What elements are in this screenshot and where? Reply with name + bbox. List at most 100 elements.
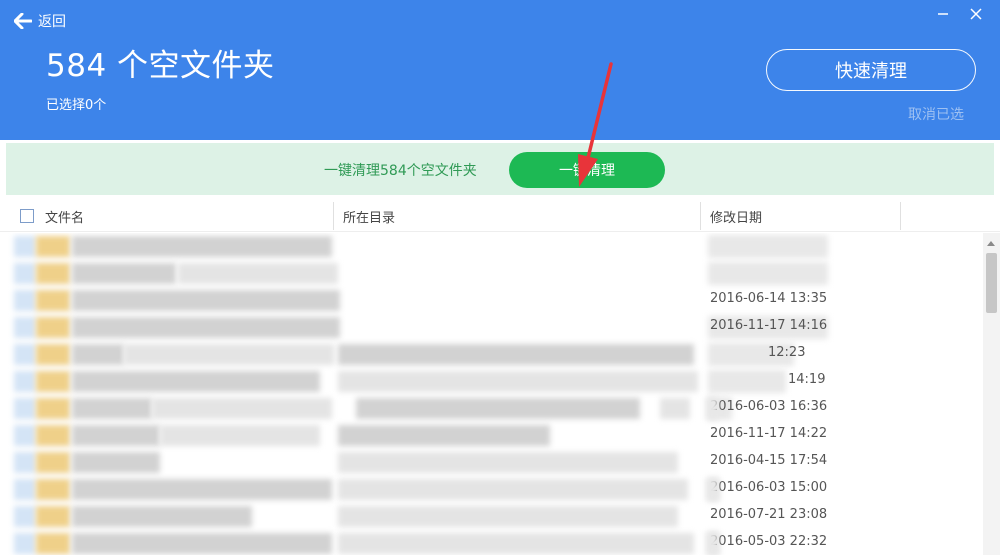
redacted-cell bbox=[14, 452, 36, 473]
table-row[interactable]: 2016-06-03 16:36 bbox=[0, 395, 983, 422]
modified-date-cell: 14:19 bbox=[788, 372, 826, 387]
back-button[interactable]: 返回 bbox=[14, 10, 66, 32]
redacted-cell bbox=[36, 263, 70, 284]
redacted-cell bbox=[36, 290, 70, 311]
select-all-checkbox[interactable] bbox=[20, 209, 34, 223]
table-row[interactable]: 2016-04-15 17:54 bbox=[0, 449, 983, 476]
column-header-modified-date[interactable]: 修改日期 bbox=[710, 200, 762, 232]
column-header-filename[interactable]: 文件名 bbox=[45, 200, 84, 232]
redacted-cell bbox=[36, 371, 70, 392]
modified-date-cell: 12:23 bbox=[768, 345, 806, 360]
close-button[interactable] bbox=[961, 3, 991, 25]
redacted-cell bbox=[160, 425, 320, 446]
redacted-cell bbox=[14, 371, 36, 392]
redacted-cell bbox=[356, 398, 640, 419]
redacted-date bbox=[706, 478, 718, 501]
column-header-directory[interactable]: 所在目录 bbox=[343, 200, 395, 232]
redacted-cell bbox=[72, 344, 124, 365]
redacted-cell bbox=[14, 263, 36, 284]
redacted-cell bbox=[14, 398, 36, 419]
redacted-cell bbox=[72, 506, 252, 527]
modified-date-cell: 2016-07-21 23:08 bbox=[710, 507, 828, 522]
modified-date-cell: 2016-04-15 17:54 bbox=[710, 453, 828, 468]
redacted-cell bbox=[14, 344, 36, 365]
redacted-cell bbox=[36, 317, 70, 338]
redacted-cell bbox=[36, 398, 70, 419]
redacted-cell bbox=[14, 479, 36, 500]
table-row[interactable]: 2016-06-14 13:35 bbox=[0, 287, 983, 314]
redacted-cell bbox=[36, 425, 70, 446]
one-click-banner: 一键清理584个空文件夹 一键清理 bbox=[6, 143, 994, 195]
back-arrow-icon bbox=[14, 13, 32, 29]
redacted-cell bbox=[72, 290, 340, 311]
redacted-cell bbox=[72, 452, 160, 473]
redacted-date bbox=[708, 370, 786, 393]
redacted-cell bbox=[36, 533, 70, 554]
redacted-cell bbox=[72, 425, 160, 446]
redacted-cell bbox=[152, 398, 332, 419]
redacted-cell bbox=[36, 344, 70, 365]
banner-text: 一键清理584个空文件夹 bbox=[324, 163, 477, 179]
table-row[interactable]: 2016-06-03 15:00 bbox=[0, 476, 983, 503]
selected-count: 已选择0个 bbox=[46, 98, 107, 113]
redacted-cell bbox=[660, 398, 690, 419]
redacted-cell bbox=[72, 236, 332, 257]
modified-date-cell: 2016-06-14 13:35 bbox=[710, 291, 828, 306]
modified-date-cell: 2016-11-17 14:22 bbox=[710, 426, 828, 441]
minimize-button[interactable] bbox=[928, 3, 958, 25]
redacted-cell bbox=[14, 290, 36, 311]
redacted-cell bbox=[14, 317, 36, 338]
redacted-cell bbox=[72, 479, 332, 500]
cancel-selection-link[interactable]: 取消已选 bbox=[908, 104, 964, 124]
page-title: 584 个空文件夹 bbox=[46, 48, 275, 84]
redacted-cell bbox=[14, 236, 36, 257]
redacted-cell bbox=[72, 533, 332, 554]
redacted-cell bbox=[338, 506, 678, 527]
header-bar: 返回 584 个空文件夹 已选择0个 快速清理 取消已选 bbox=[0, 0, 1000, 140]
column-divider[interactable] bbox=[333, 202, 334, 230]
vertical-scrollbar[interactable] bbox=[983, 233, 1000, 555]
redacted-cell bbox=[124, 344, 334, 365]
redacted-cell bbox=[14, 533, 36, 554]
redacted-date bbox=[706, 397, 718, 420]
modified-date-cell: 2016-05-03 22:32 bbox=[710, 534, 828, 549]
redacted-cell bbox=[338, 371, 698, 392]
column-divider[interactable] bbox=[700, 202, 701, 230]
redacted-cell bbox=[36, 479, 70, 500]
table-row[interactable]: 14:19 bbox=[0, 368, 983, 395]
back-label: 返回 bbox=[38, 14, 66, 30]
file-list[interactable]: 2016-06-14 13:35 2016-11-17 14:16 12:23 14:… bbox=[0, 233, 983, 555]
modified-date-cell: 2016-11-17 14:16 bbox=[710, 318, 828, 333]
table-row[interactable] bbox=[0, 233, 983, 260]
redacted-cell bbox=[72, 317, 340, 338]
redacted-cell bbox=[14, 425, 36, 446]
modified-date-cell: 2016-06-03 16:36 bbox=[710, 399, 828, 414]
table-row[interactable]: 2016-11-17 14:16 bbox=[0, 314, 983, 341]
redacted-cell bbox=[338, 425, 550, 446]
redacted-cell bbox=[36, 452, 70, 473]
table-row[interactable]: 2016-11-17 14:22 bbox=[0, 422, 983, 449]
modified-date-cell: 2016-06-03 15:00 bbox=[710, 480, 828, 495]
one-click-clean-button[interactable]: 一键清理 bbox=[509, 152, 665, 188]
redacted-date bbox=[708, 262, 828, 285]
scroll-up-arrow-icon[interactable] bbox=[987, 241, 995, 246]
redacted-cell bbox=[72, 263, 176, 284]
column-divider[interactable] bbox=[900, 202, 901, 230]
redacted-cell bbox=[14, 506, 36, 527]
redacted-date bbox=[706, 532, 718, 555]
table-row[interactable] bbox=[0, 260, 983, 287]
redacted-cell bbox=[178, 263, 338, 284]
redacted-cell bbox=[338, 452, 678, 473]
table-row[interactable]: 2016-07-21 23:08 bbox=[0, 503, 983, 530]
table-row[interactable]: 2016-05-03 22:32 bbox=[0, 530, 983, 555]
quick-clean-button[interactable]: 快速清理 bbox=[766, 49, 976, 91]
redacted-cell bbox=[36, 506, 70, 527]
table-header: 文件名 所在目录 修改日期 bbox=[0, 200, 1000, 232]
scroll-thumb[interactable] bbox=[986, 253, 997, 313]
redacted-cell bbox=[338, 479, 688, 500]
redacted-cell bbox=[338, 533, 694, 554]
redacted-date bbox=[708, 235, 828, 258]
redacted-cell bbox=[36, 236, 70, 257]
table-row[interactable]: 12:23 bbox=[0, 341, 983, 368]
redacted-cell bbox=[72, 398, 152, 419]
